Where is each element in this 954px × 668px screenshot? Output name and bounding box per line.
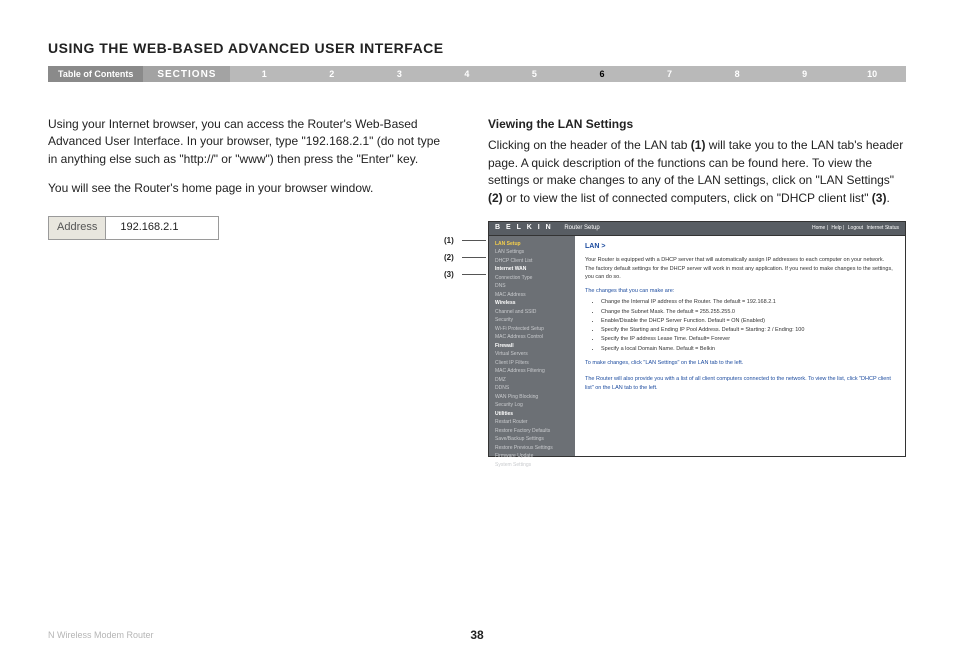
callout-2: (2) [444,252,454,269]
sidebar-item-4[interactable]: Connection Type [489,274,575,283]
sidebar-item-12[interactable]: Firewall [489,342,575,351]
sidebar-item-10[interactable]: Wi-Fi Protected Setup [489,325,575,334]
sidebar-item-23[interactable]: Save/Backup Settings [489,435,575,444]
bullet-5: Specify a local Domain Name. Default = B… [601,345,895,353]
sidebar-item-25[interactable]: Firmware Update [489,452,575,461]
section-6[interactable]: 6 [568,66,636,82]
sidebar-item-26[interactable]: System Settings [489,461,575,470]
content-p3: To make changes, click "LAN Settings" on… [585,359,895,367]
page-footer: N Wireless Modem Router 38 [48,630,906,640]
sidebar-item-9[interactable]: Security [489,316,575,325]
sidebar-item-17[interactable]: DDNS [489,384,575,393]
sidebar-item-20[interactable]: Utilities [489,410,575,419]
link-logout[interactable]: Logout [848,225,863,231]
sidebar-item-8[interactable]: Channel and SSID [489,308,575,317]
sidebar-item-19[interactable]: Security Log [489,401,575,410]
callout-3: (3) [444,269,454,286]
toc-link[interactable]: Table of Contents [48,66,143,82]
sidebar-item-14[interactable]: Client IP Filters [489,359,575,368]
sidebar-item-6[interactable]: MAC Address [489,291,575,300]
callouts: (1) (2) (3) [444,235,454,286]
router-brand: B E L K I N [495,224,553,231]
section-nav: Table of Contents SECTIONS 1 2 3 4 5 6 7… [48,66,906,82]
section-9[interactable]: 9 [771,66,839,82]
sidebar-item-7[interactable]: Wireless [489,299,575,308]
router-sidebar: LAN SetupLAN SettingsDHCP Client ListInt… [489,236,575,456]
sidebar-item-0[interactable]: LAN Setup [489,240,575,249]
content-p2: The changes that you can make are: [585,287,895,295]
sidebar-item-16[interactable]: DMZ [489,376,575,385]
sidebar-item-5[interactable]: DNS [489,282,575,291]
content-p1: Your Router is equipped with a DHCP serv… [585,256,895,281]
lan-subhead: Viewing the LAN Settings [488,116,906,133]
left-column: Using your Internet browser, you can acc… [48,116,448,457]
section-8[interactable]: 8 [703,66,771,82]
bullet-3: Specify the Starting and Ending IP Pool … [601,326,895,334]
sidebar-item-15[interactable]: MAC Address Filtering [489,367,575,376]
sidebar-item-11[interactable]: MAC Address Control [489,333,575,342]
intro-paragraph-1: Using your Internet browser, you can acc… [48,116,448,168]
address-label: Address [49,217,106,239]
router-header-links: Home | Help | Logout Internet Status [810,225,899,232]
content-bullets: Change the Internal IP address of the Ro… [601,298,895,353]
bullet-0: Change the Internal IP address of the Ro… [601,298,895,306]
intro-paragraph-2: You will see the Router's home page in y… [48,180,448,197]
section-3[interactable]: 3 [366,66,434,82]
section-1[interactable]: 1 [230,66,298,82]
section-5[interactable]: 5 [501,66,569,82]
sections-label: SECTIONS [143,66,230,82]
callout-1: (1) [444,235,454,252]
bullet-1: Change the Subnet Mask. The default = 25… [601,308,895,316]
router-ui: B E L K I N Router Setup Home | Help | L… [488,221,906,457]
page-title: USING THE WEB-BASED ADVANCED USER INTERF… [48,40,906,56]
sidebar-item-18[interactable]: WAN Ping Blocking [489,393,575,402]
footer-product: N Wireless Modem Router [48,630,154,640]
sidebar-item-13[interactable]: Virtual Servers [489,350,575,359]
router-setup-label: Router Setup [564,225,599,231]
router-screenshot: (1) (2) (3) B E L K I N Router Setup Hom… [488,221,906,457]
section-10[interactable]: 10 [838,66,906,82]
sidebar-item-24[interactable]: Restore Previous Settings [489,444,575,453]
lan-paragraph: Clicking on the header of the LAN tab (1… [488,137,906,207]
router-header: B E L K I N Router Setup Home | Help | L… [489,222,905,236]
sidebar-item-3[interactable]: Internet WAN [489,265,575,274]
sidebar-item-22[interactable]: Restore Factory Defaults [489,427,575,436]
link-home[interactable]: Home [812,225,825,231]
sidebar-item-1[interactable]: LAN Settings [489,248,575,257]
content-p4: The Router will also provide you with a … [585,375,895,392]
sidebar-item-21[interactable]: Restart Router [489,418,575,427]
section-4[interactable]: 4 [433,66,501,82]
page-number: 38 [470,628,483,642]
right-column: Viewing the LAN Settings Clicking on the… [488,116,906,457]
link-status[interactable]: Internet Status [866,225,899,231]
content-heading: LAN > [585,242,895,253]
router-content: LAN > Your Router is equipped with a DHC… [575,236,905,456]
section-7[interactable]: 7 [636,66,704,82]
bullet-2: Enable/Disable the DHCP Server Function.… [601,317,895,325]
section-2[interactable]: 2 [298,66,366,82]
sidebar-item-2[interactable]: DHCP Client List [489,257,575,266]
link-help[interactable]: Help [831,225,841,231]
address-bar: Address 192.168.2.1 [48,216,219,240]
bullet-4: Specify the IP address Lease Time. Defau… [601,335,895,343]
address-value: 192.168.2.1 [106,217,218,239]
